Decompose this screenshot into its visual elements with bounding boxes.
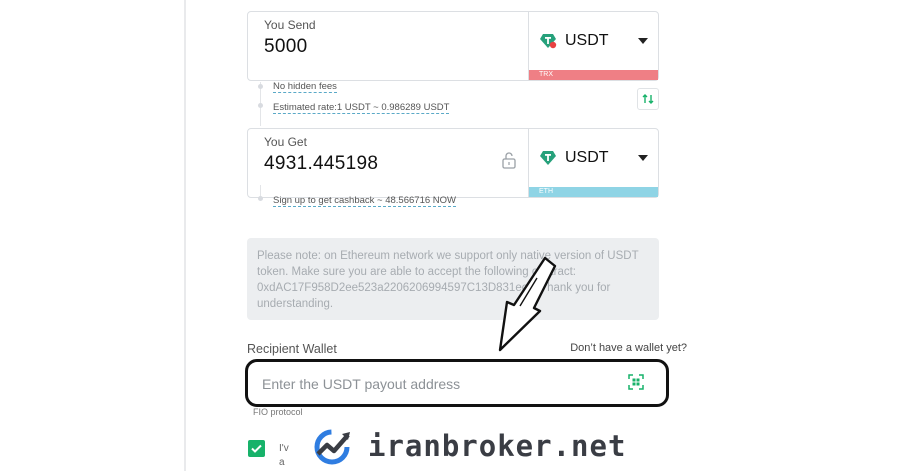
chevron-down-icon[interactable] — [638, 38, 648, 44]
network-badge-trx: TRX — [529, 70, 658, 80]
qr-scan-icon[interactable] — [628, 374, 644, 390]
get-currency-name: USDT — [565, 149, 609, 166]
checkmark-icon — [251, 444, 262, 453]
timeline-dot — [258, 84, 263, 89]
send-amount-box[interactable]: You Send 5000 USDT TRX — [247, 11, 659, 81]
watermark: iranbroker.net — [312, 426, 626, 466]
fio-protocol-text: FIO protocol — [253, 407, 303, 417]
tether-icon — [540, 34, 557, 49]
get-amount-box: You Get 4931.445198 USDT ETH — [247, 128, 659, 198]
cashback-link[interactable]: Sign up to get cashback ~ 48.566716 NOW — [273, 195, 456, 207]
get-currency-select[interactable]: USDT ETH — [528, 129, 658, 197]
watermark-text: iranbroker.net — [368, 429, 627, 463]
swap-arrows-icon — [642, 94, 654, 104]
send-label: You Send — [264, 18, 316, 32]
recipient-wallet-label: Recipient Wallet — [247, 342, 337, 356]
send-amount[interactable]: 5000 — [264, 36, 307, 58]
network-badge-eth: ETH — [529, 187, 658, 197]
network-note: Please note: on Ethereum network we supp… — [247, 238, 659, 320]
swap-button[interactable] — [637, 88, 659, 110]
unlock-icon[interactable] — [501, 151, 517, 169]
estimated-rate: Estimated rate:1 USDT ~ 0.986289 USDT — [273, 102, 450, 114]
left-panel-border — [184, 0, 186, 471]
chevron-down-icon[interactable] — [638, 155, 648, 161]
brand-logo-icon — [314, 429, 350, 465]
tether-icon — [540, 151, 556, 165]
send-currency-name: USDT — [565, 32, 609, 49]
terms-checkbox[interactable] — [248, 440, 265, 457]
get-label: You Get — [264, 135, 307, 149]
send-currency-select[interactable]: USDT TRX — [528, 12, 658, 80]
no-wallet-link[interactable]: Don’t have a wallet yet? — [570, 342, 687, 354]
payout-address-input[interactable] — [260, 372, 604, 396]
terms-text: I'v a — [279, 443, 289, 468]
get-amount: 4931.445198 — [264, 153, 379, 174]
no-hidden-fees[interactable]: No hidden fees — [273, 81, 337, 93]
payout-address-field[interactable] — [245, 359, 669, 407]
timeline-dot — [258, 196, 263, 201]
timeline-dot — [258, 103, 263, 108]
